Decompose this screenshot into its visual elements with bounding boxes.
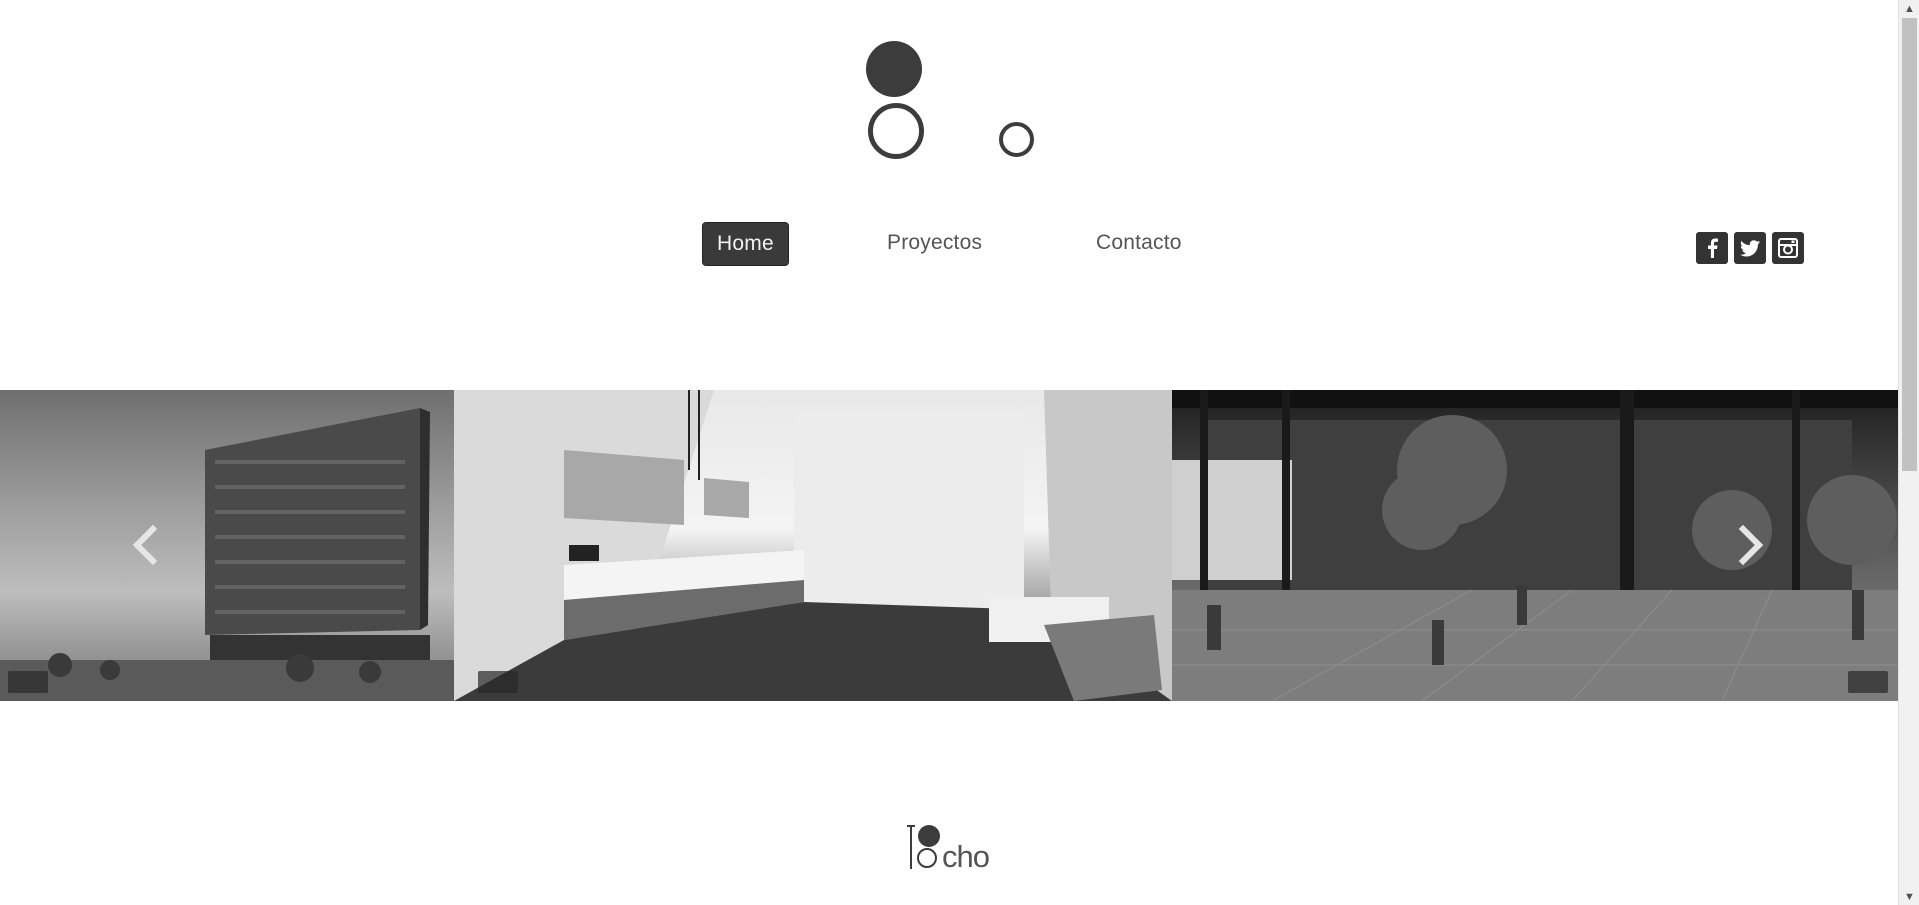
twitter-button[interactable] xyxy=(1734,232,1766,264)
slide-watermark xyxy=(1848,671,1888,693)
site-logo[interactable] xyxy=(865,40,1035,160)
carousel-slide-bathroom[interactable] xyxy=(454,390,1172,701)
scroll-up-icon[interactable]: ▲ xyxy=(1899,0,1919,17)
nav-item-proyectos[interactable]: Proyectos xyxy=(873,222,996,264)
building-render-image xyxy=(0,408,454,701)
chevron-right-icon xyxy=(1738,525,1764,565)
scroll-down-icon[interactable]: ▼ xyxy=(1899,888,1919,905)
logo-small-ring xyxy=(999,122,1034,157)
logo-filled-circle xyxy=(866,41,922,97)
logo-ring-circle xyxy=(868,103,924,159)
bathroom-render-image xyxy=(454,390,1172,701)
slide-watermark xyxy=(8,671,48,693)
carousel-slide-courtyard[interactable] xyxy=(1172,390,1898,701)
facebook-button[interactable] xyxy=(1696,232,1728,264)
carousel-prev-button[interactable] xyxy=(125,520,165,570)
image-carousel[interactable] xyxy=(0,390,1898,701)
page: Home Proyectos Contacto cho xyxy=(0,0,1898,905)
nav-item-home[interactable]: Home xyxy=(702,222,789,266)
footer-logo[interactable]: cho xyxy=(907,823,1007,883)
carousel-slide-building[interactable] xyxy=(0,390,454,701)
courtyard-render-image xyxy=(1172,390,1898,701)
footer-logo-filled-circle xyxy=(918,825,940,847)
instagram-icon xyxy=(1778,238,1798,258)
main-nav: Home Proyectos Contacto xyxy=(0,222,1898,266)
scroll-thumb[interactable] xyxy=(1902,18,1917,471)
carousel-next-button[interactable] xyxy=(1731,520,1771,570)
footer-logo-ring xyxy=(917,848,937,868)
footer-logo-bar xyxy=(910,825,912,869)
chevron-left-icon xyxy=(132,525,158,565)
instagram-button[interactable] xyxy=(1772,232,1804,264)
vertical-scrollbar[interactable]: ▲ ▼ xyxy=(1898,0,1919,905)
nav-item-contacto[interactable]: Contacto xyxy=(1082,222,1196,264)
facebook-icon xyxy=(1708,238,1718,258)
slide-watermark xyxy=(478,671,518,693)
twitter-icon xyxy=(1740,239,1760,256)
footer-logo-text: cho xyxy=(942,839,990,874)
